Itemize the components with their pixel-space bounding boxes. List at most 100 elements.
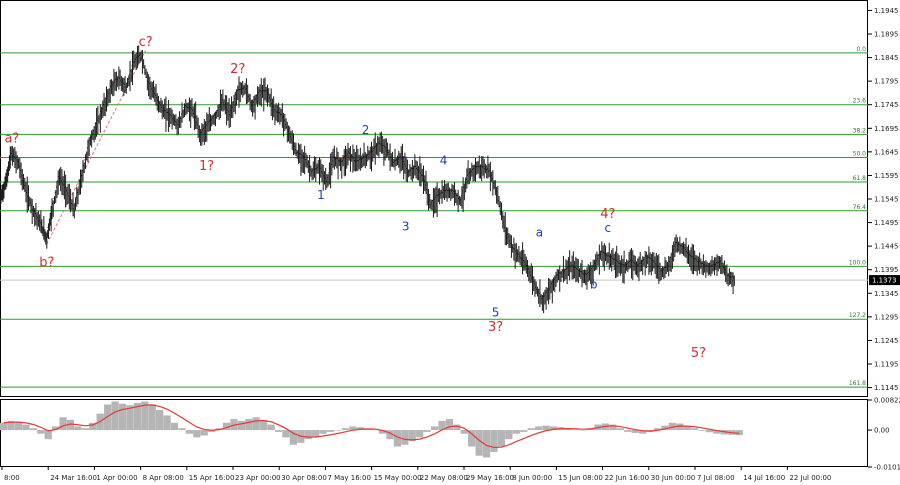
oscillator-bar (118, 403, 127, 431)
fib-label-3: 50.0 (853, 151, 867, 158)
oscillator-bar (705, 430, 714, 433)
oscillator-bar (505, 430, 513, 440)
time-tick-label-13: 22 Jun 16:00 (605, 474, 649, 482)
oscillator-bar (683, 426, 691, 431)
oscillator-bar (616, 428, 624, 431)
oscillator-bar (624, 430, 632, 432)
fib-label-0: 0.0 (856, 46, 866, 53)
time-tick-label-14: 30 Jun 00:00 (651, 474, 695, 482)
price-tick-label-13: 1.1295 (874, 313, 899, 321)
wave-labels: a? b? c? 1? 2? 1 2 3 4 53? a b c4? 5? (4, 35, 706, 361)
time-tick-label-6: 30 Apr 08:00 (281, 474, 327, 482)
time-tick-label-17: 22 Jul 00:00 (789, 474, 831, 482)
oscillator-bar (178, 428, 186, 431)
oscillator-bar (104, 404, 112, 431)
time-axis: 8:00 24 Mar 16:00 1 Apr 00:00 8 Apr 08:00 15… (1, 467, 831, 482)
oscillator-bar (341, 428, 350, 431)
oscillator-bar (29, 428, 37, 431)
oscillator-bar (170, 422, 179, 431)
price-tick-label-16: 1.1145 (874, 384, 899, 392)
wave-label-6: 2 (362, 123, 370, 137)
price-tick-label-8: 1.1545 (874, 196, 899, 204)
oscillator-bar (81, 428, 89, 431)
current-price-label: 1.1373 (872, 277, 897, 285)
fib-label-4: 61.8 (853, 175, 867, 182)
price-tick-label-15: 1.1195 (874, 361, 899, 369)
oscillator-bar (475, 430, 483, 456)
oscillator-bar (237, 420, 245, 431)
oscillator-bar (274, 430, 283, 432)
wave-label-3: 1? (199, 159, 214, 174)
fib-label-1: 23.6 (853, 98, 867, 105)
oscillator-bar (282, 430, 290, 438)
oscillator-bar (542, 425, 550, 431)
trading-chart: 0.0 23.6 38.2 50.0 61.8 76.4 100.0 127.2 161.8 a… (0, 0, 900, 482)
time-tick-label-10: 29 May 16:00 (466, 474, 514, 482)
oscillator-bar (252, 417, 260, 431)
price-axis: 1.1945 1.1895 1.1845 1.1795 1.1745 1.1695 1.16… (868, 7, 899, 392)
osc-tick-label-0: 0.00822 (874, 397, 900, 405)
price-tick-label-3: 1.1795 (874, 78, 899, 86)
wave-label-9: 5 (492, 305, 500, 319)
wave-label-7: 3 (402, 220, 410, 234)
oscillator-bar (520, 430, 528, 432)
time-tick-label-1: 24 Mar 16:00 (50, 474, 97, 482)
oscillator-bar (148, 404, 156, 431)
time-tick-label-0: 8:00 (4, 474, 20, 482)
wave-label-1: b? (39, 255, 54, 270)
price-tick-label-7: 1.1595 (874, 172, 899, 180)
price-tick-label-10: 1.1445 (874, 243, 899, 251)
wave-label-15: 5? (691, 346, 706, 361)
wave-label-8: 4 (440, 154, 448, 168)
oscillator-bar (319, 430, 327, 434)
oscillator-bar (423, 430, 431, 432)
wave-label-5: 1 (317, 188, 325, 202)
oscillator-bar (245, 419, 253, 431)
oscillator-bar (185, 430, 193, 434)
time-tick-label-12: 15 Jun 08:00 (558, 474, 602, 482)
time-tick-label-16: 14 Jul 16:00 (743, 474, 785, 482)
oscillator-bar (111, 401, 119, 431)
chart-window: 0.0 23.6 38.2 50.0 61.8 76.4 100.0 127.2 161.8 a… (0, 0, 900, 485)
price-tick-label-0: 1.1945 (874, 7, 899, 15)
oscillator-bar (14, 422, 23, 431)
oscillator-bar (156, 409, 164, 431)
oscillator-bar (37, 430, 45, 434)
oscillator-bar (193, 430, 201, 438)
oscillator-bar (163, 415, 171, 431)
oscillator-bar (200, 430, 208, 436)
wave-label-2: c? (139, 35, 153, 50)
price-tick-label-4: 1.1745 (874, 101, 899, 109)
oscillator-bar (74, 426, 82, 431)
price-tick-label-14: 1.1245 (874, 337, 899, 345)
wave-label-11: a (536, 226, 543, 240)
fib-label-5: 76.4 (853, 204, 867, 211)
price-tick-label-12: 1.1345 (874, 290, 899, 298)
oscillator-bar (0, 422, 8, 431)
time-tick-label-5: 23 Apr 00:00 (235, 474, 281, 482)
price-tick-label-9: 1.1495 (874, 219, 899, 227)
osc-tick-label-2: -0.0101 (874, 464, 900, 472)
oscillator-bar (312, 430, 320, 437)
fib-label-6: 100.0 (849, 259, 866, 266)
oscillator-bar (334, 430, 342, 431)
time-tick-label-9: 22 May 08:00 (420, 474, 468, 482)
time-tick-label-8: 15 May 00:00 (374, 474, 422, 482)
oscillator-bar (59, 417, 67, 431)
oscillator-bar (534, 426, 543, 431)
time-tick-label-3: 8 Apr 08:00 (143, 474, 184, 482)
oscillator-bar (497, 430, 506, 447)
fib-label-7: 127.2 (849, 312, 866, 319)
fibonacci-levels: 0.0 23.6 38.2 50.0 61.8 76.4 100.0 127.2 161.8 (0, 46, 868, 388)
time-tick-label-11: 8 Jun 00:00 (512, 474, 552, 482)
oscillator-bar (698, 430, 706, 431)
time-tick-label-7: 7 May 16:00 (327, 474, 371, 482)
oscillator-bar (22, 424, 30, 431)
oscillator-bar (416, 430, 424, 438)
oscillator-series: 0.00822 0.00 -0.0101 (0, 397, 900, 472)
oscillator-bar (326, 430, 335, 432)
fib-label-2: 38.2 (853, 127, 867, 134)
oscillator-bar (304, 430, 312, 440)
price-tick-label-11: 1.1395 (874, 266, 899, 274)
price-series (0, 45, 735, 314)
